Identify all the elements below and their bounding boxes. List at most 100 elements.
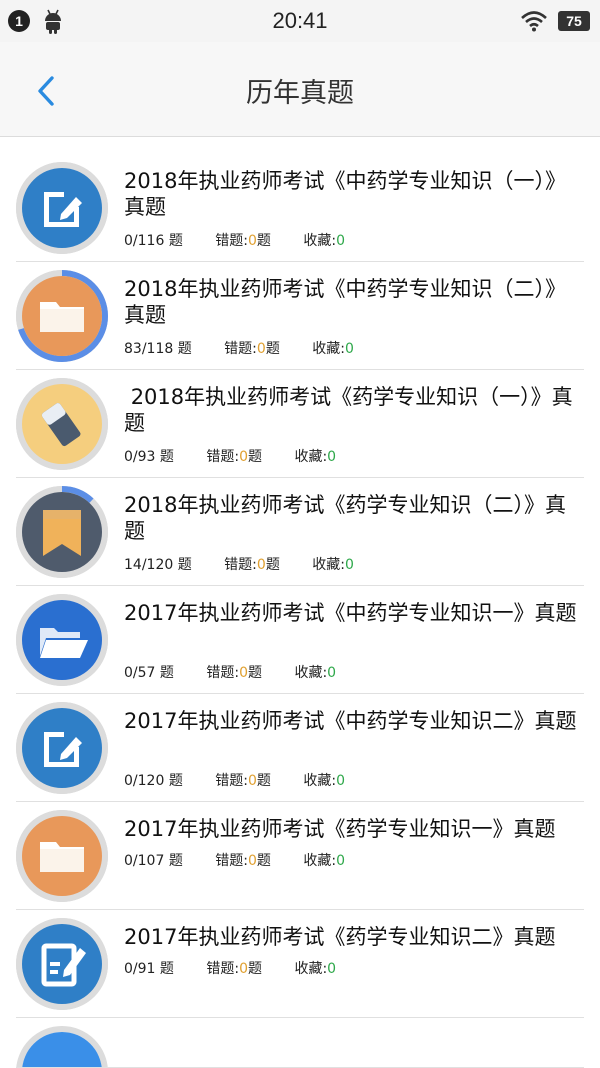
eraser-icon (16, 378, 108, 470)
exam-list-item[interactable]: 2017年执业药师考试《中药学专业知识二》真题 0/120 题 错题:0题 收藏… (0, 694, 600, 802)
wrong-label: 错题: (215, 773, 248, 789)
exam-stats: 83/118 题 错题:0题 收藏:0 (124, 338, 354, 358)
wrong-label: 错题: (206, 665, 240, 681)
wrong-label: 错题: (206, 449, 240, 465)
wrong-count: 错题:0题 (206, 662, 262, 682)
exam-list-item[interactable]: 2017年执业药师考试《中药学专业知识一》真题 0/57 题 错题:0题 收藏:… (0, 586, 600, 694)
favorite-count: 收藏:0 (294, 961, 336, 977)
progress-unit: 题 (177, 557, 192, 573)
fav-label: 收藏: (294, 449, 328, 465)
wrong-value: 0 (239, 961, 248, 977)
wrong-value: 0 (247, 773, 257, 789)
exam-list-item[interactable]: 2018年执业药师考试《中药学专业知识（二）》真题 83/118 题 错题:0题… (0, 262, 600, 370)
fav-label: 收藏: (294, 665, 328, 681)
edit-icon (16, 702, 108, 794)
fav-label: 收藏: (303, 233, 337, 249)
fav-label: 收藏: (294, 961, 328, 977)
fav-label: 收藏: (303, 773, 337, 789)
fav-value: 0 (336, 853, 345, 869)
wrong-label: 错题: (224, 341, 257, 357)
progress-unit: 题 (168, 233, 183, 249)
exam-list-item[interactable]: 2018年执业药师考试《中药学专业知识（一）》真题 0/116 题 错题:0题 … (0, 154, 600, 262)
progress-unit: 题 (168, 853, 183, 869)
page-title: 历年真题 (246, 78, 354, 109)
progress-count: 0/107 题 (124, 850, 183, 870)
exam-stats: 0/107 题 错题:0题 收藏:0 (124, 850, 345, 870)
avatar-partial (16, 1026, 108, 1068)
progress-value: 83/118 (124, 341, 174, 357)
exam-title: 2017年执业药师考试《中药学专业知识一》真题 (124, 601, 577, 625)
fav-value: 0 (327, 961, 337, 977)
fav-label: 收藏: (312, 557, 345, 573)
fav-value: 0 (344, 557, 354, 573)
wrong-value: 0 (247, 853, 257, 869)
progress-unit: 题 (177, 341, 192, 357)
wrong-unit: 题 (248, 961, 262, 977)
open-folder-icon (16, 594, 108, 686)
favorite-count: 收藏:0 (294, 665, 336, 681)
exam-stats: 0/120 题 错题:0题 收藏:0 (124, 770, 345, 790)
battery-indicator: 75 (558, 11, 590, 31)
exam-title: 2017年执业药师考试《药学专业知识一》真题 (124, 817, 556, 841)
progress-ring (16, 918, 108, 1010)
wrong-value: 0 (239, 665, 248, 681)
wrong-unit: 题 (248, 665, 262, 681)
wrong-value: 0 (256, 341, 266, 357)
progress-ring (16, 270, 108, 362)
favorite-count: 收藏:0 (312, 557, 354, 573)
clock: 20:41 (272, 8, 328, 33)
fav-value: 0 (336, 773, 345, 789)
exam-title: 2017年执业药师考试《药学专业知识二》真题 (124, 925, 556, 949)
progress-count: 0/57 题 (124, 662, 174, 682)
wrong-value: 0 (239, 449, 248, 465)
wrong-count: 错题:0题 (206, 958, 262, 978)
exam-title: 2018年执业药师考试《中药学专业知识（一）》真题 (124, 169, 566, 219)
progress-ring (16, 810, 108, 902)
favorite-count: 收藏:0 (312, 341, 354, 357)
navigation-bar: 历年真题 (0, 42, 600, 137)
wrong-label: 错题: (215, 853, 248, 869)
exam-list-item[interactable]: 2018年执业药师考试《药学专业知识（一）》真题 0/93 题 错题:0题 收藏… (0, 370, 600, 478)
fav-value: 0 (336, 233, 345, 249)
fav-value: 0 (344, 341, 354, 357)
favorite-count: 收藏:0 (303, 773, 345, 789)
bookmark-icon (16, 486, 108, 578)
progress-ring (16, 162, 108, 254)
exam-title: 2018年执业药师考试《中药学专业知识（二）》真题 (124, 277, 566, 327)
wrong-unit: 题 (265, 557, 280, 573)
exam-list-item-partial[interactable] (0, 1018, 600, 1068)
progress-value: 0/107 (124, 853, 165, 869)
progress-unit: 题 (159, 961, 174, 977)
progress-count: 0/93 题 (124, 446, 174, 466)
wrong-unit: 题 (265, 341, 280, 357)
fav-label: 收藏: (303, 853, 337, 869)
wrong-unit: 题 (256, 853, 271, 869)
progress-value: 0/120 (124, 773, 165, 789)
exam-list-item[interactable]: 2017年执业药师考试《药学专业知识一》真题 0/107 题 错题:0题 收藏:… (0, 802, 600, 910)
fav-value: 0 (327, 665, 337, 681)
progress-value: 0/91 (124, 961, 156, 977)
exam-stats: 0/57 题 错题:0题 收藏:0 (124, 662, 336, 682)
progress-ring (16, 594, 108, 686)
favorite-count: 收藏:0 (294, 449, 336, 465)
progress-value: 0/57 (124, 665, 156, 681)
progress-value: 0/93 (124, 449, 156, 465)
exam-list-item[interactable]: 2017年执业药师考试《药学专业知识二》真题 0/91 题 错题:0题 收藏:0 (0, 910, 600, 1018)
wrong-label: 错题: (206, 961, 240, 977)
exam-list-item[interactable]: 2018年执业药师考试《药学专业知识（二）》真题 14/120 题 错题:0题 … (0, 478, 600, 586)
exam-title: 2018年执业药师考试《药学专业知识（二）》真题 (124, 493, 566, 543)
exam-title: 2018年执业药师考试《药学专业知识（一）》真题 (124, 385, 573, 435)
wrong-count: 错题:0题 (224, 554, 280, 574)
progress-unit: 题 (159, 665, 174, 681)
wifi-icon (521, 11, 547, 32)
status-bar: 1 20:41 75 (0, 0, 600, 42)
wrong-unit: 题 (248, 449, 262, 465)
folder-icon (16, 270, 108, 362)
wrong-count: 错题:0题 (224, 338, 280, 358)
wrong-count: 错题:0题 (215, 850, 271, 870)
wrong-unit: 题 (256, 233, 271, 249)
exam-stats: 14/120 题 错题:0题 收藏:0 (124, 554, 354, 574)
favorite-count: 收藏:0 (303, 233, 345, 249)
wrong-count: 错题:0题 (215, 770, 271, 790)
wrong-count: 错题:0题 (206, 446, 262, 466)
